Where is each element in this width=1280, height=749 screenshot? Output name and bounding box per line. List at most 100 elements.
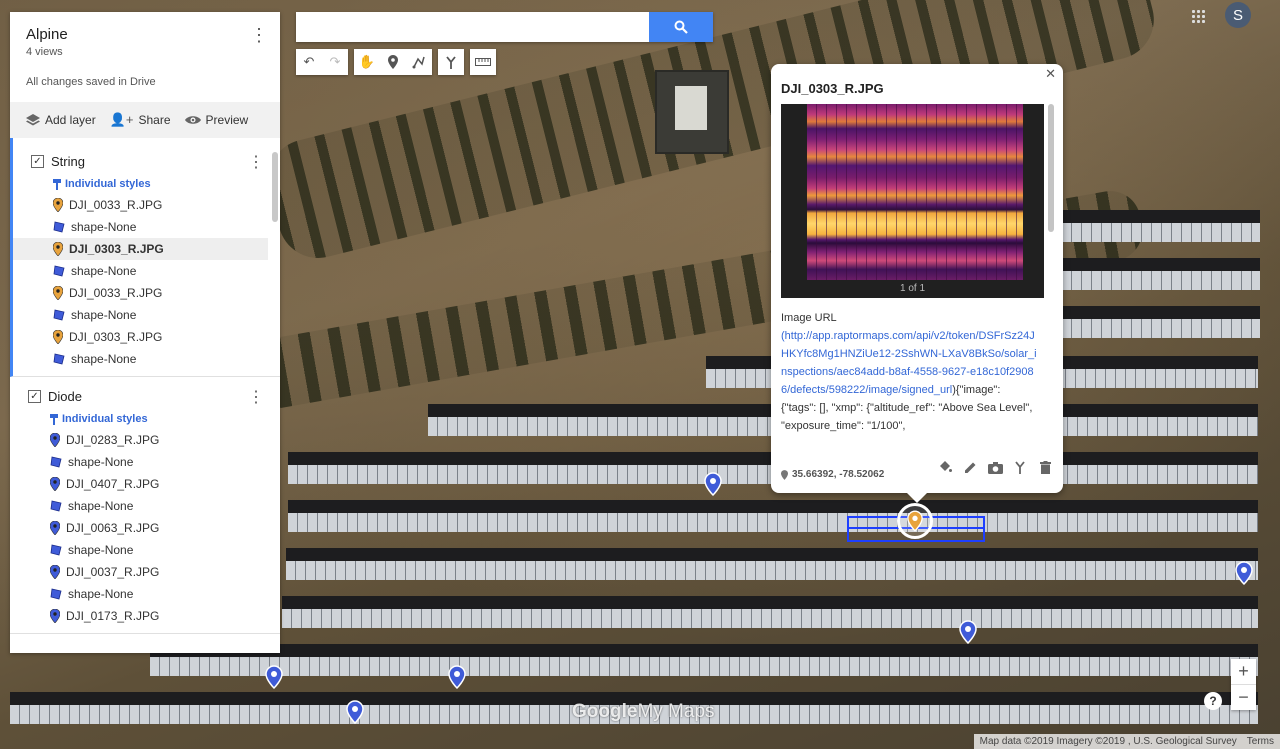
layer-item[interactable]: DJI_0303_R.JPG [13,238,268,260]
layer-visibility-checkbox[interactable]: ✓ [31,154,44,168]
undo-button[interactable]: ↶ [296,49,322,75]
layer-item[interactable]: shape-None [10,539,280,561]
map-pin-blue[interactable] [448,665,466,690]
draw-line-icon [412,56,425,69]
save-status: All changes saved in Drive [26,76,156,88]
image-viewer[interactable]: 1 of 1 [781,104,1044,298]
layer-options-icon[interactable]: ⋮ [248,152,264,172]
marker-icon [50,565,60,579]
search-button[interactable] [649,12,713,42]
layer-item[interactable]: DJI_0283_R.JPG [10,429,280,451]
map-options-menu-icon[interactable]: ⋮ [250,26,268,44]
search-input[interactable] [296,12,649,42]
layer-item-label: shape-None [71,308,137,322]
layer-item[interactable]: DJI_0033_R.JPG [13,194,280,216]
undo-icon: ↶ [303,54,315,69]
popup-scrollbar[interactable] [1048,104,1054,232]
map-pin-blue[interactable] [1235,561,1253,586]
search-bar [296,12,713,42]
map-pin-blue[interactable] [346,700,364,725]
layer-item[interactable]: DJI_0407_R.JPG [10,473,280,495]
redo-icon: ↷ [329,54,341,69]
zoom-out-button[interactable]: − [1231,685,1256,710]
layer-item-label: shape-None [68,499,134,513]
edit-button[interactable] [962,459,978,475]
search-icon [674,20,688,34]
layer-item-label: DJI_0283_R.JPG [66,433,160,447]
layer-item[interactable]: shape-None [10,495,280,517]
layer-item[interactable]: DJI_0303_R.JPG [13,326,280,348]
map-pin-blue[interactable] [704,472,722,497]
thermal-image[interactable] [807,104,1023,280]
layer-item[interactable]: shape-None [13,304,280,326]
layer-item-label: DJI_0303_R.JPG [69,242,164,256]
layers-scroll-area[interactable]: ✓ String ⋮ Individual styles DJI_0033_R.JPG s… [10,138,280,653]
attribution-text: Map data ©2019 Imagery ©2019 , U.S. Geol… [979,736,1237,747]
layer-item-label: DJI_0173_R.JPG [66,609,160,623]
layer-name[interactable]: Diode [48,389,82,404]
layer-item[interactable]: DJI_0037_R.JPG [10,561,280,583]
marker-icon [50,609,60,623]
layer-name[interactable]: String [51,154,85,169]
ruler-icon [475,58,491,66]
terms-link[interactable]: Terms [1247,734,1274,749]
selected-map-pin[interactable] [897,503,933,539]
layer-item[interactable]: DJI_0033_R.JPG [13,282,280,304]
polygon-icon [50,456,62,468]
layer-header[interactable]: ✓ Diode ⋮ [10,383,280,409]
map-title[interactable]: Alpine [26,26,264,43]
polygon-icon [53,353,65,365]
layer-item[interactable]: DJI_0173_R.JPG [10,605,280,627]
share-button[interactable]: 👤+ Share [110,112,171,128]
google-my-maps-logo: GoogleMy Maps [572,701,715,722]
trash-icon [1039,460,1051,474]
redo-button[interactable]: ↷ [322,49,348,75]
marker-icon [53,286,63,300]
directions-to-button[interactable] [1012,459,1028,475]
pan-tool-button[interactable]: ✋ [354,49,380,75]
layer-item-label: shape-None [71,220,137,234]
close-icon[interactable]: ✕ [1045,66,1056,82]
layer-item[interactable]: shape-None [13,216,280,238]
layer-item-label: DJI_0037_R.JPG [66,565,160,579]
layer-style-link[interactable]: Individual styles [10,409,280,429]
paint-bucket-icon [940,461,952,472]
hand-icon: ✋ [358,54,376,69]
layer-item[interactable]: shape-None [10,451,280,473]
marker-icon [53,330,63,344]
apps-grid-icon[interactable] [1191,9,1205,23]
layer-item[interactable]: DJI_0063_R.JPG [10,517,280,539]
style-button[interactable] [937,459,953,475]
panel-row [288,500,1258,532]
draw-line-button[interactable] [406,49,432,75]
layer-item-label: DJI_0303_R.JPG [69,330,163,344]
popup-description: Image URL (http://app.raptormaps.com/api… [781,309,1037,435]
building [655,70,729,154]
layer-item-label: shape-None [68,543,134,557]
marker-icon [50,433,60,447]
help-icon[interactable]: ? [1204,692,1222,710]
map-pin-blue[interactable] [265,665,283,690]
layer-visibility-checkbox[interactable]: ✓ [28,389,41,403]
directions-button[interactable] [438,49,464,75]
layer-header[interactable]: ✓ String ⋮ [13,148,280,174]
account-avatar[interactable]: S [1225,2,1251,28]
delete-button[interactable] [1037,459,1053,475]
measure-button[interactable] [470,49,496,75]
zoom-in-button[interactable]: + [1231,659,1256,684]
map-attribution: Map data ©2019 Imagery ©2019 , U.S. Geol… [973,734,1280,749]
layer-item[interactable]: shape-None [10,583,280,605]
layer-style-link[interactable]: Individual styles [13,174,280,194]
add-layer-button[interactable]: Add layer [26,113,96,127]
panel-scrollbar[interactable] [272,152,278,222]
paint-roller-icon [50,413,58,425]
layer-options-icon[interactable]: ⋮ [248,387,264,407]
preview-button[interactable]: Preview [184,113,248,127]
layer-item[interactable]: shape-None [13,260,280,282]
layer-item[interactable]: shape-None [13,348,280,370]
add-marker-button[interactable] [380,49,406,75]
layer-item-label: shape-None [71,352,137,366]
map-pin-blue[interactable] [959,620,977,645]
layer-item-label: DJI_0033_R.JPG [69,286,163,300]
add-photo-button[interactable] [987,459,1003,475]
